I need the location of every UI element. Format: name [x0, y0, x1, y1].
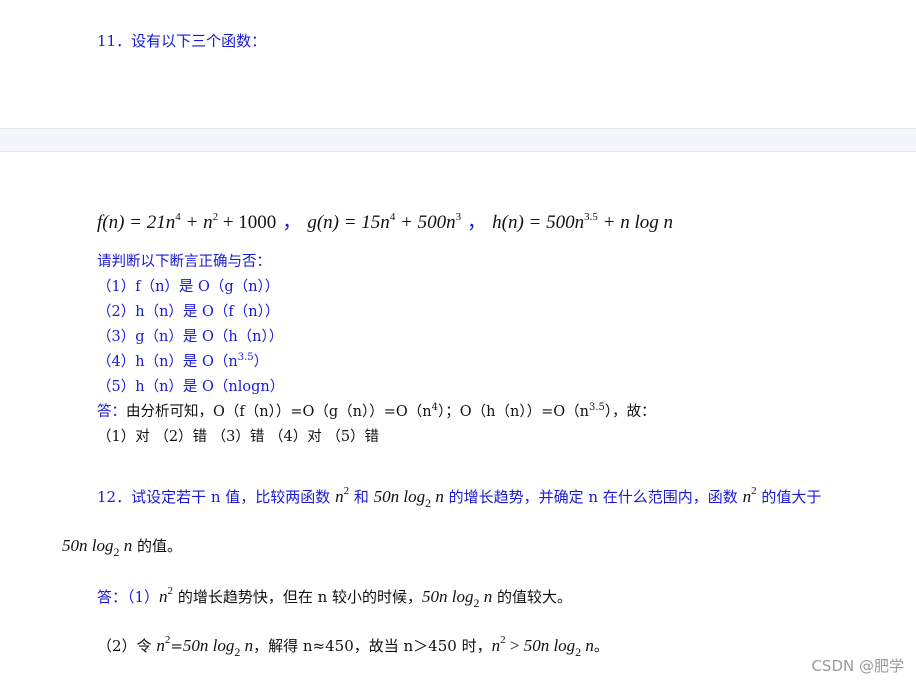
- sep1: ，: [282, 212, 302, 233]
- q12-n: n: [431, 487, 444, 506]
- q12-ans2-eq: =: [170, 637, 183, 655]
- q12-nlog: 50n log: [373, 487, 426, 506]
- q11-formula: f(n) = 21n4 + n2 + 1000， g(n) = 15n4 + 50…: [97, 207, 673, 234]
- answer-t1: 由分析可知，O（f（n））=O（g（n））=O（n: [126, 404, 432, 420]
- f-mid: + n: [180, 212, 213, 233]
- q11-item-4: （4）h（n）是 O（n3.5）: [97, 350, 268, 371]
- f-tail: + 1000: [218, 212, 277, 233]
- q12-l1c: 的值大于: [756, 488, 822, 506]
- q12-n2: n: [335, 487, 344, 506]
- q12-answer2: （2）令 n2=50n log2 n，解得 n≈450，故当 n＞450 时，n…: [97, 634, 609, 660]
- q12-ans2-a: （2）令: [97, 637, 157, 655]
- q12-ans1-nlog: 50n log: [422, 587, 474, 606]
- answer-t3: ），故：: [604, 404, 656, 420]
- q12-ans2-gt: >: [505, 636, 524, 655]
- q12-line2: 50n log2 n 的值。: [62, 535, 182, 560]
- q11-answer: 答：由分析可知，O（f（n））=O（g（n））=O（n4）；O（h（n））=O（…: [97, 400, 656, 421]
- q12-ans1-a: 的增长趋势快，但在 n 较小的时候，: [173, 588, 423, 606]
- q12-line1: 12．试设定若干 n 值，比较两函数 n2 和 50n log2 n 的增长趋势…: [97, 485, 821, 511]
- q12-ans2-b: ，解得 n≈450，故当 n＞450 时，: [253, 637, 492, 655]
- sep2: ，: [467, 212, 487, 233]
- h-exp1: 3.5: [584, 211, 598, 223]
- q12-ans2-n2: n: [156, 636, 165, 655]
- q12-ans1-b: 的值较大。: [492, 588, 573, 606]
- q12-l2-n: n: [119, 536, 133, 555]
- q12-ans1-n: n: [479, 587, 493, 606]
- q12-l1b: 的增长趋势，并确定 n 在什么范围内，函数: [443, 488, 743, 506]
- q11-item-3: （3）g（n）是 O（h（n））: [97, 329, 284, 345]
- q12-l2-tail: 的值。: [132, 537, 183, 555]
- f-lhs: f(n) = 21n: [97, 212, 176, 233]
- q12-ans2-n2b: n: [491, 636, 501, 655]
- q12-ans2-end: 。: [593, 637, 609, 655]
- g-mid: + 500n: [395, 212, 456, 233]
- q11-item-5: （5）h（n）是 O（nlogn）: [97, 379, 285, 395]
- q12-l1a: 12．试设定若干 n 值，比较两函数: [97, 488, 336, 506]
- q12-and: 和: [349, 488, 374, 506]
- q12-ans2-nlog: 50n log: [182, 636, 235, 655]
- answer-t2: ）；O（h（n））=O（n: [438, 404, 589, 420]
- q12-ans2-nb: n: [581, 636, 594, 655]
- g-lhs: g(n) = 15n: [307, 212, 390, 233]
- item4-sup: 3.5: [237, 352, 254, 363]
- q11-prompt: 请判断以下断言正确与否：: [97, 254, 271, 270]
- q12-ans1-n2: n: [159, 587, 168, 606]
- q12-ans1-label: 答：（1）: [97, 588, 160, 606]
- q12-ans2-nlogb: 50n log: [523, 636, 576, 655]
- q12-answer1: 答：（1）n2 的增长趋势快，但在 n 较小的时候，50n log2 n 的值较…: [97, 585, 572, 611]
- q12-n2b: n: [742, 487, 752, 506]
- q11-item-1: （1）f（n）是 O（g（n））: [97, 279, 280, 295]
- q12-l2-nlog: 50n log: [62, 536, 114, 555]
- answer-s2: 3.5: [588, 402, 605, 413]
- q11-title: 11．设有以下三个函数：: [97, 32, 267, 50]
- q12-ans2-n: n: [240, 636, 254, 655]
- h-tail: + n log n: [597, 212, 673, 233]
- separator-band: [0, 128, 916, 152]
- answer-label: 答：: [97, 404, 126, 420]
- h-lhs: h(n) = 500n: [492, 212, 585, 233]
- item4-post: ）: [253, 354, 269, 370]
- q11-item-2: （2）h（n）是 O（f（n））: [97, 304, 280, 320]
- watermark: CSDN @肥学: [811, 657, 904, 675]
- item4-pre: （4）h（n）是 O（n: [97, 354, 238, 370]
- q11-results: （1）对 （2）错 （3）错 （4）对 （5）错: [97, 429, 380, 445]
